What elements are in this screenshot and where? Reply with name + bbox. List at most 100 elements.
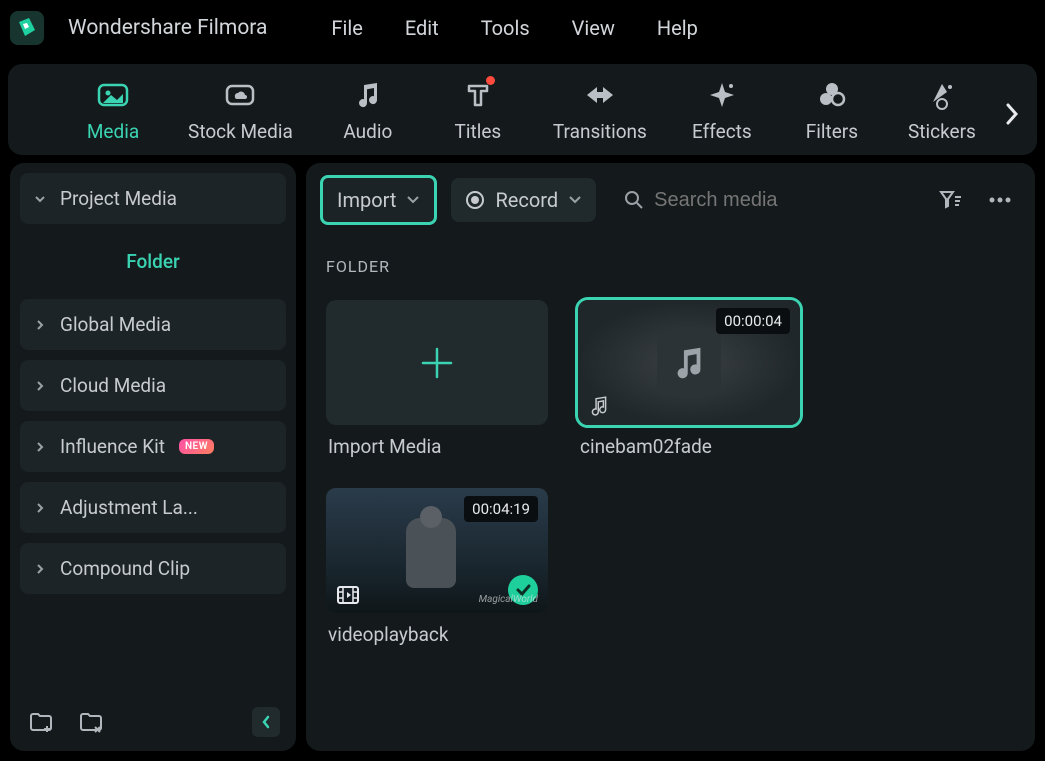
- tile-label: Import Media: [326, 435, 548, 458]
- import-thumb[interactable]: [326, 300, 548, 425]
- sidebar-item-label: Cloud Media: [60, 374, 166, 397]
- new-folder-button[interactable]: [26, 707, 56, 737]
- shelf-label: Stock Media: [188, 120, 293, 143]
- sidebar-item-folder[interactable]: Folder: [20, 234, 286, 289]
- shelf-filters[interactable]: Filters: [797, 78, 867, 143]
- shelf-effects[interactable]: Effects: [687, 78, 757, 143]
- ellipsis-icon: [988, 196, 1012, 204]
- media-grid: Import Media 00:00:04 cinebam02fade: [306, 280, 1035, 666]
- tile-label: cinebam02fade: [578, 435, 800, 458]
- app-logo: [10, 11, 44, 45]
- sidebar-item-label: Adjustment La...: [60, 496, 198, 519]
- main-menu: File Edit Tools View Help: [331, 16, 697, 40]
- duration-badge: 00:00:04: [716, 308, 790, 334]
- shelf-transitions[interactable]: Transitions: [553, 78, 647, 143]
- toolbar-right: [935, 185, 1021, 215]
- menu-edit[interactable]: Edit: [405, 16, 439, 40]
- delete-folder-button[interactable]: [76, 707, 106, 737]
- shelf-media[interactable]: Media: [78, 78, 148, 143]
- tile-label: videoplayback: [326, 623, 548, 646]
- cloud-icon: [223, 78, 257, 112]
- search-field[interactable]: [610, 189, 921, 212]
- chevron-down-icon: [406, 195, 420, 205]
- filters-icon: [815, 78, 849, 112]
- menu-tools[interactable]: Tools: [481, 16, 530, 40]
- sidebar-item-label: Influence Kit: [60, 435, 165, 458]
- shelf-titles[interactable]: Titles: [443, 78, 513, 143]
- title-bar: Wondershare Filmora File Edit Tools View…: [0, 0, 1045, 56]
- watermark-text: MagicalWorld: [479, 594, 538, 605]
- content-panel: Import Record FOLDER: [306, 163, 1035, 751]
- menu-view[interactable]: View: [572, 16, 615, 40]
- sidebar-item-compound-clip[interactable]: Compound Clip: [20, 543, 286, 594]
- app-name: Wondershare Filmora: [68, 16, 267, 40]
- import-label: Import: [337, 188, 396, 212]
- menu-file[interactable]: File: [331, 16, 362, 40]
- chevron-down-icon: [568, 195, 582, 205]
- funnel-icon: [938, 189, 962, 211]
- chevron-down-icon: [34, 193, 46, 205]
- filter-sort-button[interactable]: [935, 185, 965, 215]
- sidebar-item-influence-kit[interactable]: Influence Kit NEW: [20, 421, 286, 472]
- video-thumb[interactable]: 00:04:19 MagicalWorld: [326, 488, 548, 613]
- film-icon: [336, 585, 360, 605]
- filmora-logo-icon: [15, 16, 39, 40]
- audio-type-icon: [588, 395, 610, 417]
- image-icon: [96, 78, 130, 112]
- search-icon: [624, 190, 644, 210]
- chevron-right-icon: [34, 502, 46, 514]
- import-button[interactable]: Import: [320, 175, 437, 225]
- duration-badge: 00:04:19: [464, 496, 538, 522]
- shelf-stickers[interactable]: Stickers: [907, 78, 977, 143]
- folder-plus-icon: [29, 711, 53, 733]
- sidebar-item-label: Compound Clip: [60, 557, 190, 580]
- content-toolbar: Import Record: [306, 163, 1035, 237]
- sparkle-icon: [705, 78, 739, 112]
- shelf-stock-media[interactable]: Stock Media: [188, 78, 293, 143]
- chevron-right-icon: [34, 380, 46, 392]
- record-label: Record: [495, 188, 558, 212]
- chevron-right-icon: [34, 563, 46, 575]
- sidebar-item-cloud-media[interactable]: Cloud Media: [20, 360, 286, 411]
- music-icon: [657, 331, 721, 395]
- category-shelf: Media Stock Media Audio Titles Transi: [8, 64, 1037, 155]
- tile-cinebam-audio[interactable]: 00:00:04 cinebam02fade: [578, 300, 800, 458]
- shelf-label: Filters: [806, 120, 858, 143]
- shelf-label: Audio: [343, 120, 392, 143]
- music-note-icon: [351, 78, 385, 112]
- sidebar-item-adjustment-layer[interactable]: Adjustment La...: [20, 482, 286, 533]
- shelf-items: Media Stock Media Audio Titles Transi: [18, 78, 1027, 143]
- shelf-label: Media: [87, 120, 139, 143]
- chevron-left-icon: [261, 715, 271, 729]
- search-input[interactable]: [654, 189, 921, 212]
- record-icon: [465, 190, 485, 210]
- plus-icon: [417, 343, 457, 383]
- shelf-scroll-right[interactable]: [1005, 102, 1019, 126]
- new-badge: NEW: [179, 439, 214, 454]
- shelf-label: Transitions: [553, 120, 647, 143]
- sidebar-item-label: Project Media: [60, 187, 177, 210]
- tile-videoplayback[interactable]: 00:04:19 MagicalWorld videoplayback: [326, 488, 548, 646]
- shelf-label: Stickers: [908, 120, 976, 143]
- sidebar-item-label: Folder: [126, 250, 180, 273]
- shelf-label: Effects: [692, 120, 752, 143]
- record-button[interactable]: Record: [451, 178, 596, 222]
- collapse-sidebar-button[interactable]: [252, 707, 280, 737]
- chevron-right-icon: [34, 441, 46, 453]
- audio-thumb[interactable]: 00:00:04: [578, 300, 800, 425]
- shelf-audio[interactable]: Audio: [333, 78, 403, 143]
- notification-dot: [486, 76, 495, 85]
- media-sidebar: Project Media Folder Global Media Cloud …: [10, 163, 296, 751]
- sidebar-item-project-media[interactable]: Project Media: [20, 173, 286, 224]
- sidebar-item-label: Global Media: [60, 313, 171, 336]
- menu-help[interactable]: Help: [657, 16, 698, 40]
- sidebar-footer: [20, 699, 286, 741]
- main-area: Project Media Folder Global Media Cloud …: [0, 163, 1045, 761]
- chevron-right-icon: [34, 319, 46, 331]
- more-options-button[interactable]: [985, 185, 1015, 215]
- section-title: FOLDER: [306, 237, 1035, 280]
- transition-icon: [583, 78, 617, 112]
- sidebar-item-global-media[interactable]: Global Media: [20, 299, 286, 350]
- tile-import-media[interactable]: Import Media: [326, 300, 548, 458]
- sticker-icon: [925, 78, 959, 112]
